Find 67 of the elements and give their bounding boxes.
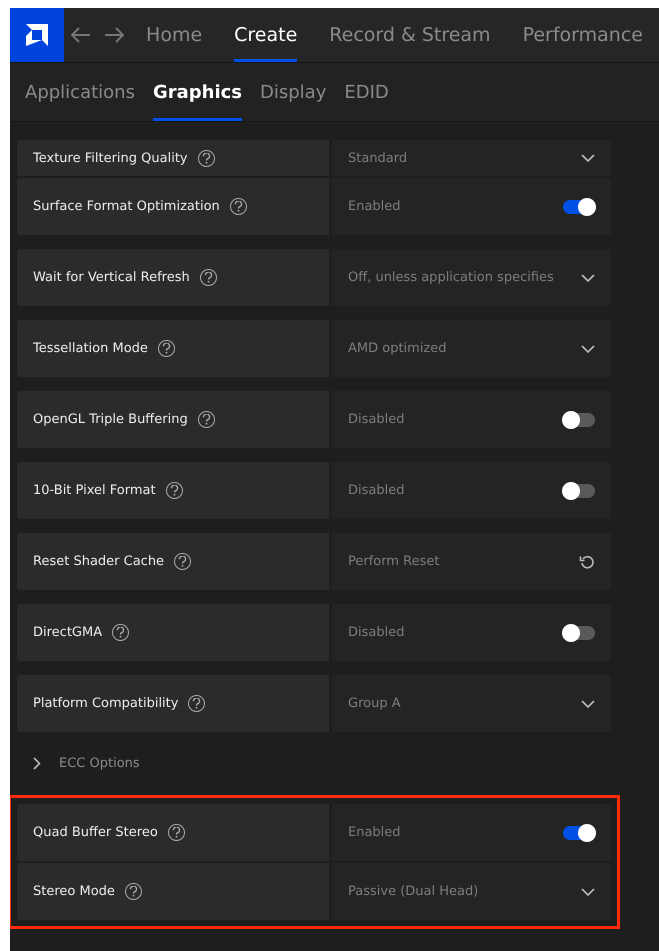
help-icon[interactable] (188, 695, 206, 712)
setting-value: Off, unless application specifies (348, 270, 554, 285)
setting-value: Group A (348, 696, 401, 711)
help-icon[interactable] (174, 553, 192, 570)
toggle-switch[interactable] (563, 626, 595, 640)
setting-value: Disabled (348, 625, 404, 640)
help-icon[interactable] (124, 883, 142, 900)
setting-label: Texture Filtering Quality (33, 150, 188, 166)
forward-arrow-icon[interactable] (104, 27, 124, 43)
toggle-switch[interactable] (563, 200, 595, 214)
help-icon[interactable] (198, 150, 215, 166)
sub-tab[interactable]: EDID (344, 63, 389, 121)
setting-value: Enabled (348, 825, 401, 840)
setting-label: Wait for Vertical Refresh (33, 270, 190, 285)
chevron-down-icon[interactable] (581, 344, 595, 352)
setting-value: Perform Reset (348, 554, 440, 569)
help-icon[interactable] (112, 624, 130, 641)
help-icon[interactable] (166, 482, 183, 499)
help-icon[interactable] (168, 824, 185, 841)
sub-tab[interactable]: Applications (25, 63, 135, 121)
setting-value: Disabled (348, 412, 404, 427)
chevron-right-icon[interactable] (33, 757, 41, 770)
toggle-switch[interactable] (563, 484, 595, 498)
setting-label: OpenGL Triple Buffering (33, 412, 188, 427)
setting-value-cell[interactable]: Disabled (332, 391, 611, 448)
sub-tab[interactable]: Display (260, 63, 326, 121)
setting-value: Passive (Dual Head) (348, 884, 478, 899)
setting-label: Reset Shader Cache (33, 554, 164, 569)
setting-value-cell[interactable]: Off, unless application specifies (332, 249, 611, 306)
setting-value: Enabled (348, 199, 401, 214)
nav-tab[interactable]: Home (146, 8, 202, 62)
help-icon[interactable] (158, 340, 175, 357)
setting-value-cell[interactable]: Passive (Dual Head) (332, 863, 611, 920)
setting-label: Surface Format Optimization (33, 199, 220, 214)
setting-label: Platform Compatibility (33, 696, 178, 711)
chevron-down-icon[interactable] (581, 888, 595, 896)
setting-label: 10-Bit Pixel Format (33, 483, 156, 498)
reset-icon[interactable] (579, 554, 595, 570)
setting-value: Disabled (348, 483, 404, 498)
setting-value-cell[interactable]: AMD optimized (332, 320, 611, 377)
setting-label: DirectGMA (33, 625, 102, 640)
setting-value-cell[interactable]: Standard (332, 140, 611, 176)
setting-value-cell[interactable]: Disabled (332, 462, 611, 519)
setting-label: Stereo Mode (33, 884, 115, 899)
help-icon[interactable] (198, 411, 215, 428)
chevron-down-icon[interactable] (581, 154, 595, 162)
logo[interactable] (10, 8, 64, 62)
help-icon[interactable] (200, 269, 217, 286)
setting-value-cell[interactable]: Disabled (332, 604, 611, 661)
setting-label: Quad Buffer Stereo (33, 825, 158, 840)
toggle-switch[interactable] (563, 412, 595, 426)
help-icon[interactable] (230, 198, 247, 215)
nav-tab[interactable]: Performance (522, 8, 643, 62)
setting-value: AMD optimized (348, 341, 447, 356)
setting-label: Tessellation Mode (33, 341, 148, 356)
chevron-down-icon[interactable] (581, 700, 595, 708)
setting-value: Standard (348, 150, 408, 166)
ecc-expander[interactable]: ECC Options (17, 746, 156, 781)
sub-tab[interactable]: Graphics (152, 63, 242, 121)
setting-value-cell[interactable]: Perform Reset (332, 533, 611, 590)
setting-value-cell[interactable]: Enabled (332, 804, 611, 861)
setting-value-cell[interactable]: Enabled (332, 178, 611, 235)
nav-tab[interactable]: Record & Stream (329, 8, 491, 62)
toggle-switch[interactable] (563, 826, 595, 840)
chevron-down-icon[interactable] (581, 274, 595, 282)
setting-value-cell[interactable]: Group A (332, 675, 611, 732)
back-arrow-icon[interactable] (70, 27, 90, 43)
